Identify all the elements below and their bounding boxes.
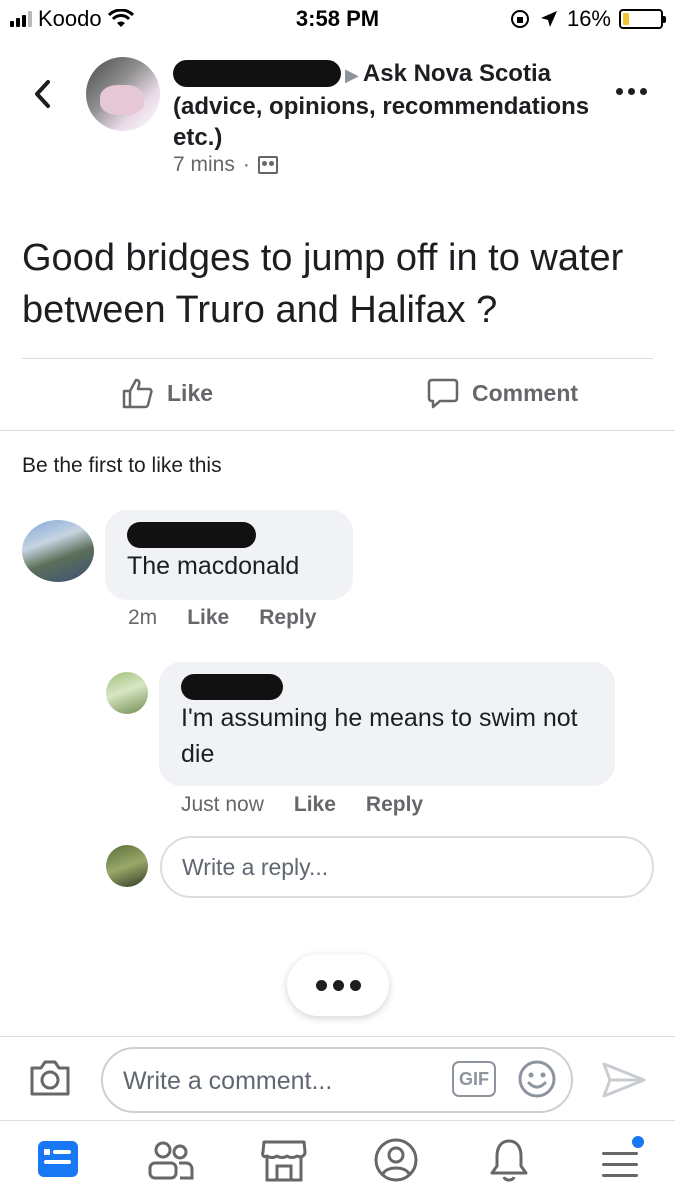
back-chevron-icon[interactable] <box>28 74 58 114</box>
comment-button[interactable]: Comment <box>426 376 578 410</box>
camera-icon[interactable] <box>28 1058 72 1098</box>
current-user-avatar <box>106 845 148 887</box>
comment-input[interactable]: Write a comment... <box>101 1047 573 1113</box>
group-privacy-icon <box>257 156 278 174</box>
like-label: Like <box>167 379 214 406</box>
more-options-icon[interactable] <box>616 88 647 95</box>
reply-time: Just now <box>181 793 264 816</box>
divider <box>0 1036 675 1037</box>
emoji-icon[interactable] <box>516 1058 558 1100</box>
profile-icon[interactable] <box>371 1136 421 1184</box>
comment-author[interactable]: Robin Talbot <box>127 522 256 548</box>
reply-bubble[interactable]: Alli Harris I'm assuming he means to swi… <box>159 662 615 786</box>
comment-time: 2m <box>128 606 158 629</box>
news-feed-icon[interactable] <box>33 1136 83 1184</box>
status-right: 16% <box>509 6 666 32</box>
comment-reply-button[interactable]: Reply <box>259 606 316 630</box>
send-icon[interactable] <box>601 1060 647 1100</box>
commenter-avatar[interactable] <box>22 520 94 582</box>
battery-percent: 16% <box>566 6 611 31</box>
status-bar: Koodo 3:58 PM 16% <box>0 0 675 40</box>
marketplace-icon[interactable] <box>259 1136 309 1184</box>
reaction-summary[interactable]: Be the first to like this <box>22 454 222 478</box>
author-avatar[interactable] <box>86 57 160 131</box>
reply-like-button[interactable]: Like <box>294 793 336 817</box>
divider <box>0 430 675 431</box>
post-header: Calvin Cj Paul ▶ Ask Nova Scotia (advice, … <box>173 58 593 153</box>
comment-text: The macdonald <box>127 552 300 580</box>
comment-actions: 2m Like Reply <box>128 606 316 630</box>
post-text: Good bridges to jump off in to water bet… <box>22 237 624 331</box>
comment-like-button[interactable]: Like <box>187 606 229 630</box>
more-comments-button[interactable] <box>287 954 389 1016</box>
battery-icon <box>619 9 666 29</box>
friends-icon[interactable] <box>146 1136 196 1184</box>
location-arrow-icon <box>540 11 557 27</box>
divider <box>22 358 653 359</box>
comment-bubble[interactable]: Robin Talbot The macdonald <box>105 510 353 600</box>
reply-text: I'm assuming he means to swim not die <box>181 704 578 768</box>
author-name[interactable]: Calvin Cj Paul <box>173 60 342 87</box>
notifications-bell-icon[interactable] <box>484 1136 534 1184</box>
comment-label: Comment <box>472 379 579 406</box>
reply-reply-button[interactable]: Reply <box>366 793 423 817</box>
reply-author[interactable]: Alli Harris <box>181 674 284 700</box>
replier-avatar[interactable] <box>106 672 148 714</box>
menu-icon[interactable] <box>596 1136 646 1184</box>
reply-actions: Just now Like Reply <box>181 793 423 817</box>
post-meta: 7 mins · <box>173 153 278 177</box>
orientation-lock-icon <box>510 10 529 28</box>
post-time: 7 mins <box>173 153 235 176</box>
divider <box>0 1120 675 1121</box>
like-button[interactable]: Like <box>121 376 213 410</box>
gif-button[interactable]: GIF <box>452 1061 496 1097</box>
share-arrow-icon: ▶ <box>345 65 359 85</box>
reply-input[interactable]: Write a reply... <box>160 836 654 898</box>
comment-bubble-icon <box>427 378 459 409</box>
like-thumb-icon <box>122 378 153 409</box>
